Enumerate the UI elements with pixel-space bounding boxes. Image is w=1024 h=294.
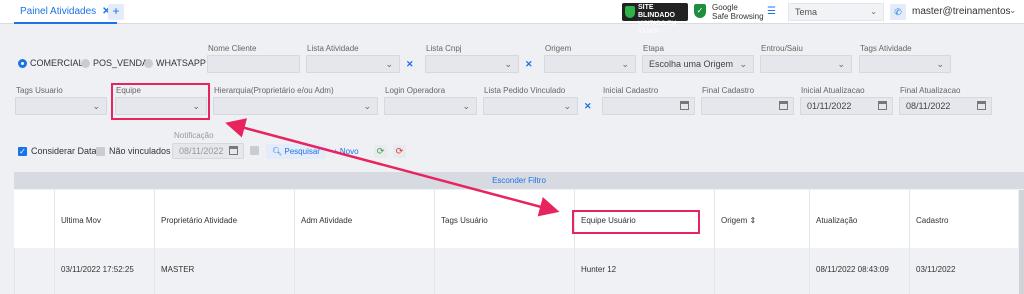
annotation-arrow [225, 118, 560, 217]
